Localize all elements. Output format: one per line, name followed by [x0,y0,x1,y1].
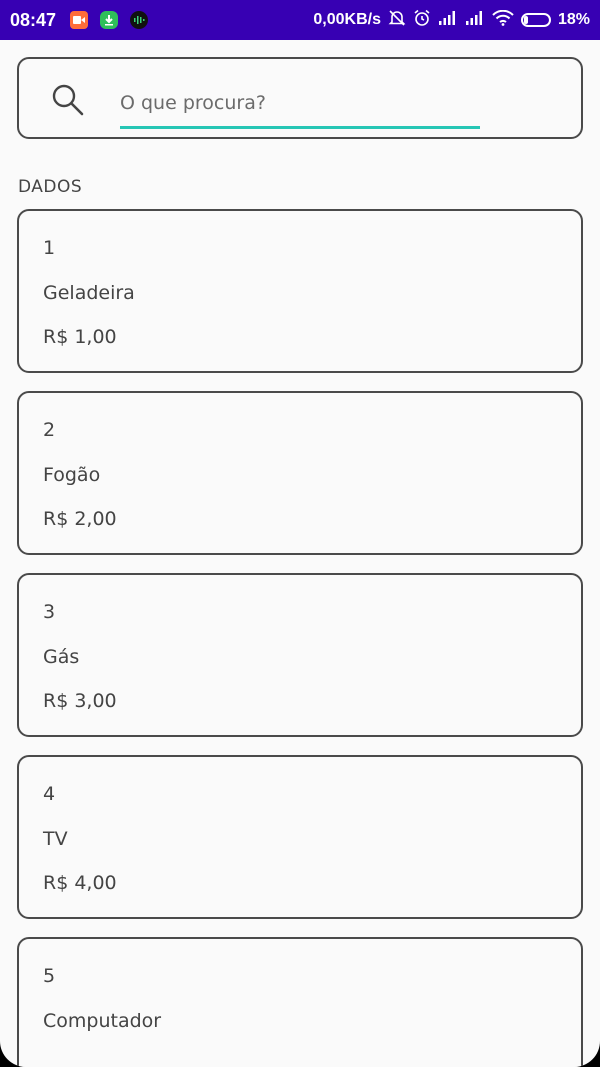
item-name: Geladeira [43,282,135,304]
item-name: Fogão [43,464,101,486]
search-input[interactable] [120,83,480,123]
section-title: DADOS [18,177,83,197]
wifi-icon [492,9,514,31]
item-list: 1 Geladeira R$ 1,00 2 Fogão R$ 2,00 3 Gá… [17,209,583,1067]
audio-app-icon [130,11,149,29]
app-screen: 08:47 0,00KB/s 18% O que procura? DADOS … [0,0,600,1067]
item-id: 3 [43,601,56,623]
status-bar: 08:47 0,00KB/s 18% [0,0,600,40]
item-name: TV [43,828,68,850]
search-icon[interactable] [51,83,85,117]
battery-icon [520,13,551,27]
item-card[interactable]: 3 Gás R$ 3,00 [17,573,583,737]
video-app-icon [70,11,89,29]
item-price: R$ 1,00 [43,326,117,348]
signal-icon [438,10,458,31]
item-id: 5 [43,965,56,987]
item-card[interactable]: 4 TV R$ 4,00 [17,755,583,919]
item-id: 1 [43,237,56,259]
item-card[interactable]: 5 Computador [17,937,583,1067]
item-name: Gás [43,646,80,668]
download-app-icon [100,11,119,29]
alarm-icon [413,9,431,32]
silent-bell-icon [388,9,406,32]
notification-icons [70,11,149,29]
item-id: 4 [43,783,56,805]
item-price: R$ 2,00 [43,508,117,530]
battery-percent: 18% [557,11,590,28]
item-name: Computador [43,1010,162,1032]
system-status: 0,00KB/s 18% [313,9,590,32]
status-time: 08:47 [10,9,57,30]
item-card[interactable]: 1 Geladeira R$ 1,00 [17,209,583,373]
item-price: R$ 3,00 [43,690,117,712]
search-underline [120,126,480,129]
signal-icon [465,10,485,31]
item-card[interactable]: 2 Fogão R$ 2,00 [17,391,583,555]
network-speed: 0,00KB/s [313,11,381,28]
search-box[interactable] [17,57,583,139]
item-price: R$ 4,00 [43,872,117,894]
item-id: 2 [43,419,56,441]
